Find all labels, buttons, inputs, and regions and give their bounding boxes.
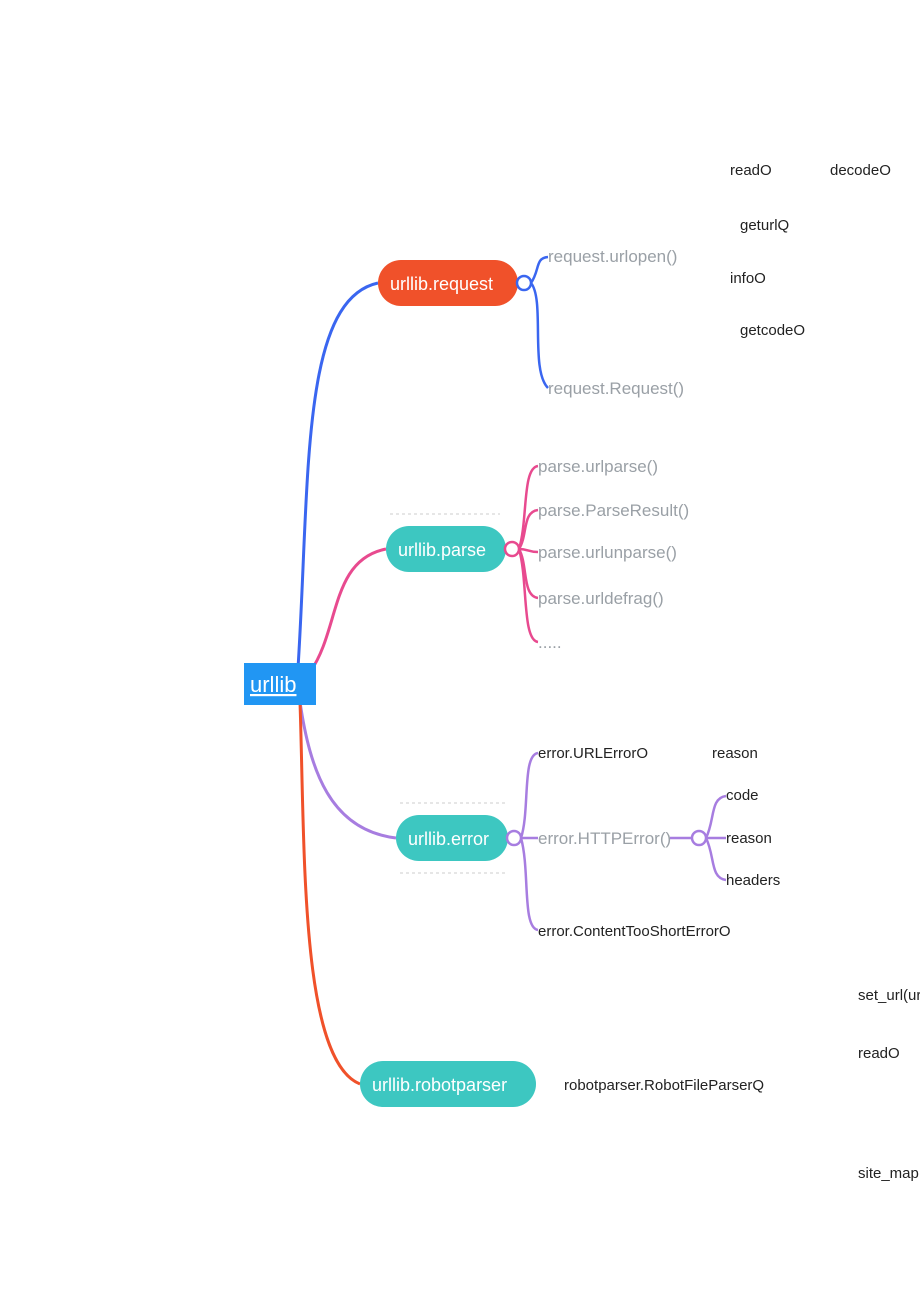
edge-request-urlopen — [531, 257, 548, 283]
edge-parse-urlunparse — [519, 549, 538, 552]
leaf-HTTPError-headers: headers — [726, 872, 780, 889]
leaf-urlopen-read: readO — [730, 162, 772, 179]
node-parse-label: urllib.parse — [398, 540, 486, 560]
node-request-label: urllib.request — [390, 274, 493, 294]
edge-error-URLError — [521, 753, 538, 838]
leaf-HTTPError-reason: reason — [726, 830, 772, 847]
leaf-error-HTTPError[interactable]: error.HTTPError() — [538, 829, 671, 848]
edge-HTTPError-code — [706, 796, 726, 838]
leaf-error-URLError[interactable]: error.URLErrorO — [538, 745, 648, 762]
leaf-parse-urlparse[interactable]: parse.urlparse() — [538, 457, 658, 476]
joint-error — [507, 831, 521, 845]
edge-root-error — [300, 702, 396, 838]
leaf-urlopen-decode: decodeO — [830, 162, 891, 179]
leaf-robotparser-seturl: set_url(ur — [858, 987, 920, 1004]
root-label: urllib — [250, 672, 296, 697]
leaf-HTTPError-code: code — [726, 787, 759, 804]
edge-HTTPError-headers — [706, 838, 726, 880]
edge-error-ContentTooShort — [521, 838, 538, 930]
leaf-urlopen-getcode: getcodeO — [740, 322, 805, 339]
leaf-request-urlopen[interactable]: request.urlopen() — [548, 247, 677, 266]
edge-root-parse — [310, 549, 386, 672]
edge-request-Request — [531, 283, 548, 388]
leaf-parse-urlunparse[interactable]: parse.urlunparse() — [538, 543, 677, 562]
leaf-parse-ParseResult[interactable]: parse.ParseResult() — [538, 501, 689, 520]
leaf-urlopen-info: infoO — [730, 270, 766, 287]
leaf-parse-urldefrag[interactable]: parse.urldefrag() — [538, 589, 664, 608]
leaf-robotparser-sitemap: site_map — [858, 1165, 919, 1182]
joint-request — [517, 276, 531, 290]
joint-HTTPError — [692, 831, 706, 845]
leaf-URLError-reason: reason — [712, 745, 758, 762]
leaf-urlopen-geturl: geturlQ — [740, 217, 789, 234]
leaf-parse-ellipsis: ..... — [538, 633, 562, 652]
edge-parse-urlparse — [519, 466, 538, 549]
edge-root-robotparser — [300, 702, 360, 1084]
joint-parse — [505, 542, 519, 556]
node-error-label: urllib.error — [408, 829, 489, 849]
node-robotparser-label: urllib.robotparser — [372, 1075, 507, 1095]
leaf-robotparser-read: readO — [858, 1045, 900, 1062]
leaf-error-ContentTooShort[interactable]: error.ContentTooShortErrorO — [538, 923, 731, 940]
leaf-robotparser-RobotFileParser[interactable]: robotparser.RobotFileParserQ — [564, 1077, 764, 1094]
edge-parse-ellipsis — [519, 549, 538, 642]
edge-root-request — [298, 283, 378, 668]
leaf-request-Request[interactable]: request.Request() — [548, 379, 684, 398]
